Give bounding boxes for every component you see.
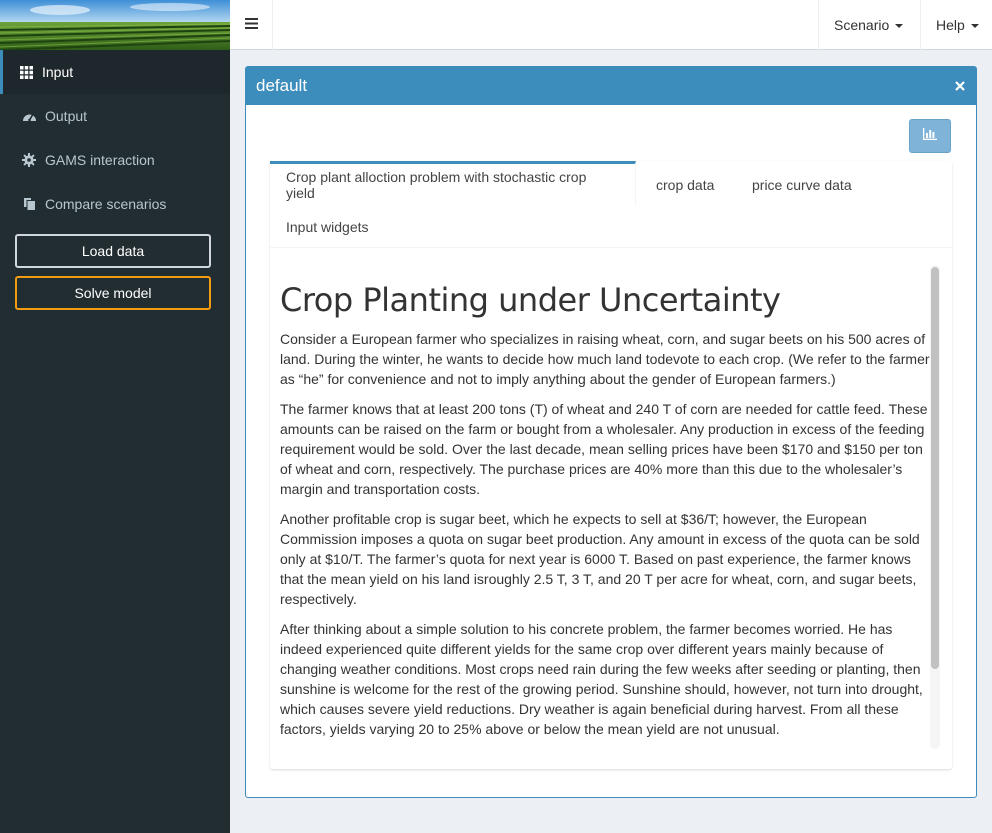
tab-bar: Crop plant alloction problem with stocha… — [270, 161, 952, 248]
tabs-panel: Crop plant alloction problem with stocha… — [270, 161, 952, 769]
solve-model-button[interactable]: Solve model — [15, 276, 211, 310]
gear-icon — [21, 152, 37, 168]
sidebar-item-label: Input — [42, 64, 74, 80]
help-dropdown[interactable]: Help — [920, 0, 992, 50]
sidebar-item-output[interactable]: Output — [0, 94, 230, 138]
scrollbar-thumb[interactable] — [931, 267, 939, 669]
top-navbar: Scenario Help — [230, 0, 992, 50]
copy-icon — [21, 196, 37, 212]
sidebar-toggle-button[interactable] — [230, 0, 273, 50]
sidebar: Input Output GAMS interaction Compare sc… — [0, 0, 230, 833]
logo-field-image — [0, 0, 230, 50]
load-data-button[interactable]: Load data — [15, 234, 211, 268]
hamburger-icon — [244, 16, 258, 34]
close-icon[interactable] — [950, 76, 970, 96]
article-heading: Crop Planting under Uncertainty — [280, 281, 781, 319]
chart-view-button[interactable] — [909, 119, 951, 153]
sidebar-item-input[interactable]: Input — [0, 50, 230, 94]
article-paragraph: Another profitable crop is sugar beet, w… — [280, 511, 920, 607]
tab-input-widgets[interactable]: Input widgets — [270, 205, 385, 249]
tab-price-curve-data[interactable]: price curve data — [736, 163, 868, 207]
sidebar-menu: Input Output GAMS interaction Compare sc… — [0, 50, 230, 226]
article-paragraph: After thinking about a simple solution t… — [280, 621, 923, 737]
article-paragraph: The farmer knows that at least 200 tons … — [280, 401, 928, 497]
article-content: Crop Planting under Uncertainty Consider… — [280, 261, 930, 741]
scenario-dropdown[interactable]: Scenario — [818, 0, 920, 50]
box-header: default — [246, 67, 976, 105]
bar-chart-icon — [923, 127, 937, 145]
tab-problem-description[interactable]: Crop plant alloction problem with stocha… — [270, 161, 636, 205]
dashboard-icon — [21, 108, 37, 124]
scenario-label: Scenario — [834, 17, 890, 33]
content-scrollbar[interactable] — [930, 265, 940, 749]
sidebar-item-label: Compare scenarios — [45, 196, 167, 212]
sidebar-item-label: GAMS interaction — [45, 152, 155, 168]
help-label: Help — [936, 17, 965, 33]
caret-down-icon — [895, 24, 904, 28]
scenario-box: default Crop plant alloction problem wit… — [245, 66, 977, 798]
box-title: default — [256, 76, 308, 95]
grid-icon — [18, 64, 34, 80]
tab-crop-data[interactable]: crop data — [640, 163, 730, 207]
sidebar-item-label: Output — [45, 108, 88, 124]
sidebar-item-gams-interaction[interactable]: GAMS interaction — [0, 138, 230, 182]
article-paragraph: Consider a European farmer who specializ… — [280, 331, 930, 387]
caret-down-icon — [970, 24, 979, 28]
sidebar-item-compare-scenarios[interactable]: Compare scenarios — [0, 182, 230, 226]
